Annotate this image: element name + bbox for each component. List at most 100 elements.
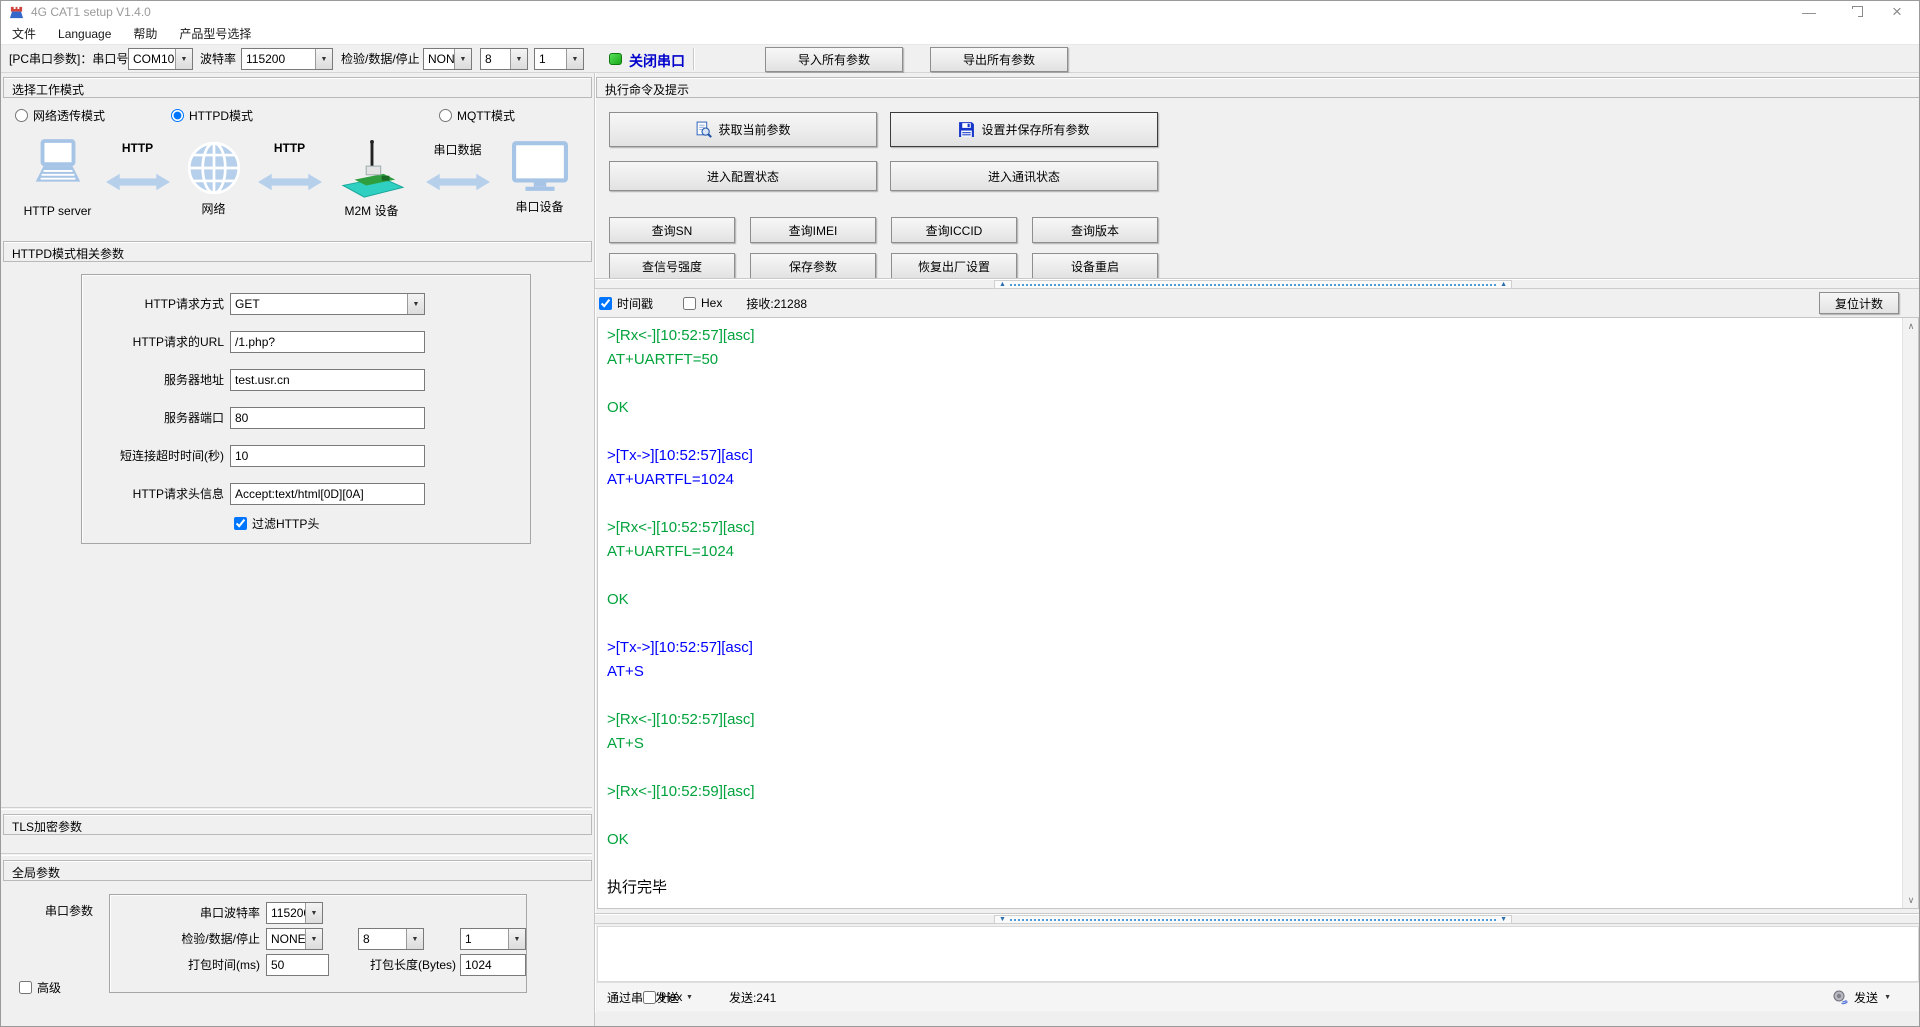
parity-label: 检验/数据/停止 (341, 52, 420, 66)
work-mode-radio[interactable] (439, 109, 452, 122)
server-address-input[interactable] (230, 369, 425, 391)
titlebar: 4G CAT1 setup V1.4.0 — × (1, 1, 1919, 23)
restore-icon (1848, 5, 1863, 18)
com-port-select[interactable]: COM10 (128, 48, 193, 70)
query-button[interactable]: 查询SN (609, 217, 735, 243)
baud-select[interactable]: 115200 (241, 48, 333, 70)
splitter-handle[interactable]: ▲ ▲ (994, 280, 1512, 289)
server-port-label: 服务器端口 (163, 411, 224, 425)
chevron-down-icon[interactable] (454, 49, 471, 69)
chevron-down-icon[interactable] (407, 294, 424, 314)
stopbits-select[interactable]: 1 (534, 48, 584, 70)
globe-icon (187, 141, 240, 195)
chevron-down-icon[interactable] (510, 49, 527, 69)
diagram-node-m2m: M2M 设备 (324, 139, 420, 219)
server-port-input[interactable] (230, 407, 425, 429)
global-stopbits-select[interactable]: 1 (460, 928, 526, 950)
short-conn-timeout-input[interactable] (230, 445, 425, 467)
log-line: AT+S (607, 663, 644, 680)
log-scrollbar[interactable]: ∧ ∨ (1902, 318, 1918, 908)
minimize-button[interactable]: — (1787, 1, 1831, 23)
enter-config-button[interactable]: 进入配置状态 (609, 161, 877, 191)
filter-http-header-checkbox[interactable]: 过滤HTTP头 (234, 515, 319, 532)
global-databits-select[interactable]: 8 (358, 928, 424, 950)
query-button[interactable]: 查询版本 (1032, 217, 1158, 243)
menu-item[interactable]: Language (47, 24, 122, 44)
chevron-down-icon[interactable] (406, 929, 423, 949)
work-mode-option[interactable]: MQTT模式 (439, 107, 515, 124)
http-method-select[interactable]: GET (230, 293, 425, 315)
chevron-down-icon[interactable] (305, 903, 322, 923)
enter-comm-button[interactable]: 进入通讯状态 (890, 161, 1158, 191)
chevron-down-icon[interactable] (566, 49, 583, 69)
get-params-button[interactable]: 获取当前参数 (609, 112, 877, 147)
pack-time-input[interactable] (266, 954, 329, 976)
splitter-handle[interactable]: ▼ ▼ (994, 915, 1512, 924)
send-input-area[interactable] (597, 926, 1919, 982)
diagram-node-network: 网络 (172, 139, 256, 217)
pack-len-label: 打包长度(Bytes) (369, 958, 456, 972)
section-grip[interactable] (1, 853, 592, 856)
scroll-up-icon[interactable]: ∧ (1903, 318, 1918, 334)
advanced-label: 高级 (37, 981, 62, 995)
parity-select[interactable]: NONI (423, 48, 472, 70)
timestamp-checkbox[interactable]: 时间戳 (599, 295, 653, 312)
close-button[interactable]: × (1875, 1, 1919, 23)
set-save-params-button[interactable]: 设置并保存所有参数 (890, 112, 1158, 147)
mode-diagram: HTTP server HTTP 网络 HTTP M2M 设备 串口数据 串口设… (1, 139, 594, 239)
chevron-down-icon[interactable] (175, 49, 192, 69)
work-mode-radio[interactable] (15, 109, 28, 122)
pack-len-input[interactable] (460, 954, 526, 976)
query-button[interactable]: 查询IMEI (750, 217, 876, 243)
action-button-row: 查信号强度 保存参数 恢复出厂设置 设备重启 (609, 253, 1158, 279)
action-button[interactable]: 恢复出厂设置 (891, 253, 1017, 279)
databits-select[interactable]: 8 (480, 48, 528, 70)
left-panel: 选择工作模式 网络透传模式 HTTPD模式 MQTT模式 HTTP server… (1, 73, 594, 1026)
send-hex-checkbox[interactable]: Hex (643, 990, 682, 1004)
action-button[interactable]: 保存参数 (750, 253, 876, 279)
log-area[interactable]: >[Rx<-][10:52:57][asc] AT+UARTFT=50 OK >[Tx… (597, 317, 1919, 909)
collapse-up-icon: ▲ (1500, 281, 1507, 288)
http-header-input[interactable] (230, 483, 425, 505)
chevron-down-icon[interactable] (508, 929, 525, 949)
work-mode-option[interactable]: 网络透传模式 (15, 107, 105, 124)
section-grip[interactable] (1, 807, 592, 810)
advanced-checkbox[interactable]: 高级 (19, 979, 61, 996)
log-hex-checkbox[interactable]: Hex (683, 296, 722, 310)
query-button[interactable]: 查询ICCID (891, 217, 1017, 243)
work-mode-radio[interactable] (171, 109, 184, 122)
log-line: OK (607, 831, 629, 848)
collapse-down-icon: ▼ (999, 916, 1006, 923)
menu-item[interactable]: 产品型号选择 (168, 22, 262, 45)
send-button[interactable]: 发送 ▼ (1820, 983, 1903, 1011)
log-line: AT+UARTFT=50 (607, 351, 719, 368)
reset-count-button[interactable]: 复位计数 (1819, 292, 1899, 314)
close-port-button[interactable]: 关闭串口 (629, 51, 685, 71)
work-mode-option[interactable]: HTTPD模式 (171, 107, 253, 124)
global-parity-select[interactable]: NONE (266, 928, 323, 950)
pack-time-label: 打包时间(ms) (188, 958, 260, 972)
restore-button[interactable] (1831, 1, 1875, 23)
http-url-input[interactable] (230, 331, 425, 353)
scroll-down-icon[interactable]: ∨ (1903, 892, 1918, 908)
send-splitter[interactable]: ▼ ▼ (595, 914, 1919, 924)
httpd-params-groupbox: HTTP请求方式 GET HTTP请求的URL 服务器地址 服务器端口 短连接超… (81, 274, 531, 544)
menu-item[interactable]: 帮助 (122, 22, 168, 45)
log-line: OK (607, 591, 629, 608)
log-hex-label: Hex (701, 296, 723, 310)
action-button[interactable]: 查信号强度 (609, 253, 735, 279)
import-params-button[interactable]: 导入所有参数 (765, 47, 903, 72)
action-button[interactable]: 设备重启 (1032, 253, 1158, 279)
http-method-label: HTTP请求方式 (144, 297, 224, 311)
app-icon (9, 6, 24, 18)
menu-item[interactable]: 文件 (1, 22, 47, 45)
chevron-down-icon[interactable] (315, 49, 332, 69)
global-baud-select[interactable]: 115200 (266, 902, 323, 924)
chevron-down-icon[interactable] (305, 929, 322, 949)
send-toolbar: 通过串口发送 ▼ Hex 发送:241 发送 ▼ (597, 982, 1919, 1011)
export-params-button[interactable]: 导出所有参数 (930, 47, 1068, 72)
log-splitter[interactable]: ▲ ▲ (595, 279, 1919, 289)
diagram-link-label: HTTP (273, 141, 306, 155)
